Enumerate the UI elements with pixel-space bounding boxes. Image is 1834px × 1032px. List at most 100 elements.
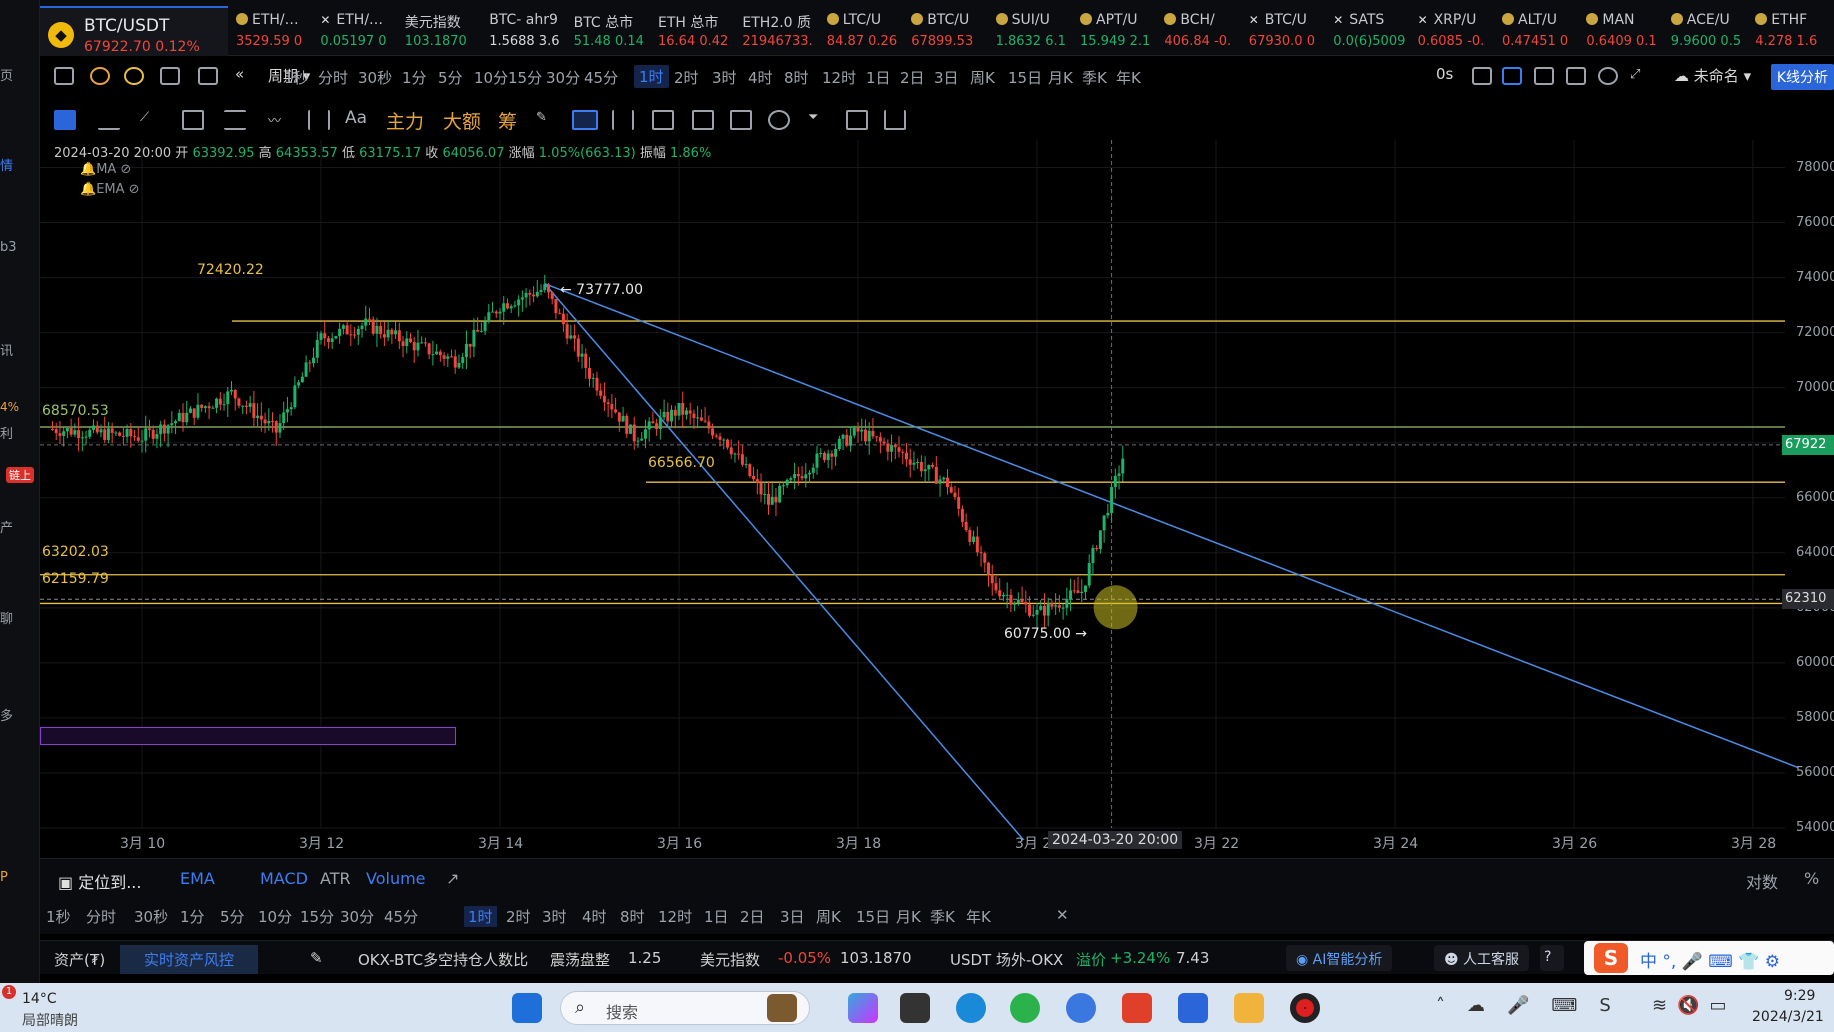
photos-icon[interactable] [1178, 993, 1208, 1023]
ticker-item[interactable]: ETHF 4.278 1.6 [1755, 12, 1834, 52]
wechat-icon[interactable] [1010, 993, 1040, 1023]
pencil-icon[interactable]: ✎ [536, 110, 558, 130]
ma-indicator-label[interactable]: 🔔MA ⊘ [80, 162, 131, 177]
system-tray-icons[interactable]: ˄☁🎤⌨S [1436, 995, 1633, 1016]
record-icon[interactable] [1290, 993, 1320, 1023]
timeframe-option[interactable]: 15日 [1008, 67, 1042, 88]
quick-timeframe-option[interactable]: 1日 [704, 906, 729, 927]
ema-tab[interactable]: EMA [180, 869, 215, 888]
quick-timeframe-option[interactable]: 1秒 [46, 906, 71, 927]
camera-icon[interactable] [1472, 67, 1492, 85]
wps-icon[interactable] [1122, 993, 1152, 1023]
ticker-item[interactable]: ALT/U 0.47451 0 [1502, 12, 1586, 52]
ai-analysis-button[interactable]: ◉ AI智能分析 [1286, 945, 1393, 971]
quick-timeframe-option[interactable]: 8时 [620, 906, 645, 927]
chart-type-icon[interactable] [54, 67, 74, 85]
ema-indicator-label[interactable]: 🔔EMA ⊘ [80, 182, 140, 197]
rewind-icon[interactable]: « [235, 65, 244, 83]
taskbar-search[interactable]: ⌕ 搜索 [560, 991, 810, 1025]
timeframe-option[interactable]: 30分 [546, 67, 580, 88]
active-pair-tab[interactable]: ◆ BTC/USDT 67922.70 0.12% [40, 6, 228, 56]
quick-timeframe-option[interactable]: 4时 [582, 906, 607, 927]
clock-time[interactable]: 9:29 [1784, 988, 1815, 1004]
layout-icon[interactable] [198, 67, 218, 85]
quick-timeframe-option[interactable]: 月K [896, 906, 921, 927]
ticker-item[interactable]: BCH/406.84 -0. [1164, 12, 1248, 52]
drawn-rectangle[interactable] [40, 727, 456, 745]
quick-timeframe-option[interactable]: 分时 [86, 906, 116, 927]
quick-timeframe-option[interactable]: 15日 [856, 906, 890, 927]
timeframe-option[interactable]: 1分 [402, 67, 427, 88]
quick-timeframe-option[interactable]: 12时 [658, 906, 692, 927]
timeframe-option[interactable]: 5分 [438, 67, 463, 88]
timeframe-option[interactable]: 30秒 [358, 67, 392, 88]
indicator-icon[interactable] [90, 67, 110, 85]
ticker-item[interactable]: LTC/U 84.87 0.26 [826, 12, 911, 52]
lock-icon[interactable] [652, 110, 674, 130]
quick-timeframe-option[interactable]: 1时 [464, 906, 497, 927]
timeframe-option[interactable]: 3日 [934, 67, 959, 88]
timeframe-option[interactable]: 1时 [634, 65, 669, 88]
clock-date[interactable]: 2024/3/21 [1752, 1009, 1824, 1025]
quick-timeframe-option[interactable]: 2时 [506, 906, 531, 927]
ticker-item[interactable]: APT/U 15.949 2.1 [1080, 12, 1164, 52]
quick-timeframe-option[interactable]: 3时 [542, 906, 567, 927]
calendar-icon[interactable] [160, 67, 180, 85]
draw-edit-icon[interactable] [1502, 67, 1522, 85]
quick-timeframe-option[interactable]: 5分 [220, 906, 245, 927]
ticker-item[interactable]: ✕ SATS 0.0(6)5009 [1333, 12, 1417, 52]
quick-timeframe-option[interactable]: 45分 [384, 906, 418, 927]
pencil-small-icon[interactable]: ✎ [310, 949, 323, 967]
percent-scale-toggle[interactable]: % [1804, 869, 1819, 888]
quick-timeframe-option[interactable]: 年K [966, 906, 991, 927]
timeframe-option[interactable]: 周K [970, 67, 995, 88]
big-order-button[interactable]: 大额 [443, 107, 481, 134]
timeframe-option[interactable]: 年K [1116, 67, 1141, 88]
copilot-icon[interactable] [848, 993, 878, 1023]
ticker-item[interactable]: ✕ XRP/U 0.6085 -0. [1418, 12, 1502, 52]
timeframe-option[interactable]: 3时 [712, 67, 737, 88]
rectangle-icon[interactable] [182, 110, 204, 130]
timeframe-option[interactable]: 2时 [674, 67, 699, 88]
filter-icon[interactable]: ⏷ [808, 110, 830, 130]
ticker-item[interactable]: MAN 0.6409 0.1 [1586, 12, 1670, 52]
ticker-item[interactable]: ETH2.0 质 21946733. [742, 12, 826, 52]
sync-icon[interactable] [846, 110, 868, 130]
measure-icon[interactable] [308, 110, 330, 130]
edge-browser-icon[interactable] [956, 993, 986, 1023]
timeframe-option[interactable]: 12时 [822, 67, 856, 88]
ime-toolbar[interactable]: S 中 °, 🎤 ⌨ 👕 ⚙ [1584, 941, 1834, 975]
parallel-lines-icon[interactable] [224, 110, 246, 130]
ticker-item[interactable]: ACE/U 9.9600 0.5 [1670, 12, 1755, 52]
timeframe-option[interactable]: 8时 [784, 67, 809, 88]
ticker-item[interactable]: BTC/U 67899.53 [911, 12, 995, 52]
edit-icon[interactable] [730, 110, 752, 130]
risk-control-button[interactable]: 实时资产风控 [120, 945, 259, 974]
quick-timeframe-option[interactable]: 10分 [258, 906, 292, 927]
ruler-icon[interactable] [612, 110, 634, 130]
quick-timeframe-option[interactable]: 周K [816, 906, 841, 927]
trendline[interactable] [544, 283, 1037, 840]
wifi-volume-battery-icons[interactable]: ≋🔇▭ [1652, 995, 1737, 1016]
timeframe-option[interactable]: 1日 [866, 67, 891, 88]
text-tool-icon[interactable]: Aa [345, 108, 367, 128]
atr-tab[interactable]: ATR [320, 869, 351, 888]
quick-timeframe-option[interactable]: 30秒 [134, 906, 168, 927]
wave-icon[interactable]: 〰 [268, 110, 290, 130]
layout-name[interactable]: ☁ 未命名 ▾ [1674, 65, 1751, 86]
volume-tab[interactable]: Volume [366, 869, 426, 888]
timeframe-option[interactable]: 1秒 [284, 67, 309, 88]
quick-timeframe-option[interactable]: 3日 [780, 906, 805, 927]
ticker-item[interactable]: ✕ ETH/… 0.05197 0 [320, 12, 404, 52]
ticker-item[interactable]: ETH 总市 16.64 0.42 [658, 12, 742, 52]
price-chart[interactable]: 2024-03-20 20:00 开 63392.95 高 64353.57 低… [40, 140, 1834, 852]
kline-analysis-button[interactable]: K线分析 [1770, 64, 1834, 90]
trendline[interactable] [544, 283, 1799, 769]
folder-icon[interactable] [1234, 993, 1264, 1023]
brush-icon[interactable] [572, 110, 598, 130]
customer-service-button[interactable]: ☻ 人工客服 [1434, 945, 1530, 971]
app-blue-icon[interactable] [1066, 993, 1096, 1023]
main-force-button[interactable]: 主力 [386, 107, 424, 134]
quick-timeframe-option[interactable]: 季K [930, 906, 955, 927]
close-icon[interactable]: ✕ [1056, 906, 1069, 924]
